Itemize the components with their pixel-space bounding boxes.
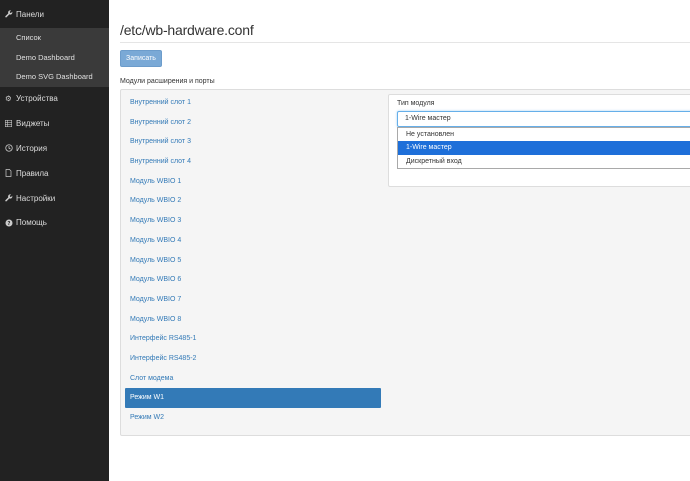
module-item-rs485-1[interactable]: Интерфейс RS485-1 <box>125 329 381 349</box>
module-item-modem-slot[interactable]: Слот модема <box>125 369 381 389</box>
module-item-internal-slot-1[interactable]: Внутренний слот 1 <box>125 93 381 113</box>
wrench-icon <box>4 194 13 202</box>
dropdown-option-not-installed[interactable]: Не установлен <box>398 128 690 141</box>
sidebar-item-label: Панели <box>16 9 44 19</box>
module-type-select[interactable]: 1-Wire мастер <box>397 111 690 127</box>
sidebar-item-panels[interactable]: Панели <box>0 0 109 28</box>
module-item-internal-slot-2[interactable]: Внутренний слот 2 <box>125 113 381 133</box>
module-item-internal-slot-3[interactable]: Внутренний слот 3 <box>125 132 381 152</box>
sidebar-item-label: Помощь <box>16 218 47 228</box>
sidebar-item-label: Настройки <box>16 193 56 203</box>
question-icon: ? <box>4 219 13 227</box>
sidebar-item-label: История <box>16 143 48 153</box>
sidebar-item-rules[interactable]: Правила <box>0 161 109 186</box>
sidebar-item-settings[interactable]: Настройки <box>0 186 109 211</box>
dropdown-option-discrete-input[interactable]: Дискретный вход <box>398 155 690 168</box>
wrench-icon <box>4 10 13 18</box>
subnav-item-demo-dashboard[interactable]: Demo Dashboard <box>0 48 109 68</box>
module-type-label: Тип модуля <box>397 100 435 107</box>
module-type-dropdown: Не установлен 1-Wire мастер Дискретный в… <box>397 127 690 169</box>
gear-icon: ⚙ <box>5 94 12 104</box>
grid-icon <box>4 120 13 128</box>
panels-subnav: Список Demo Dashboard Demo SVG Dashboard <box>0 28 109 87</box>
module-item-w1-mode[interactable]: Режим W1 <box>125 388 381 408</box>
module-item-wbio-2[interactable]: Модуль WBIO 2 <box>125 191 381 211</box>
svg-text:?: ? <box>7 221 10 227</box>
subnav-item-demo-svg-dashboard[interactable]: Demo SVG Dashboard <box>0 67 109 87</box>
module-item-wbio-6[interactable]: Модуль WBIO 6 <box>125 270 381 290</box>
page-title: /etc/wb-hardware.conf <box>120 22 254 38</box>
sidebar-item-label: Устройства <box>16 94 58 104</box>
module-list: Внутренний слот 1 Внутренний слот 2 Внут… <box>125 93 381 428</box>
sidebar-item-label: Правила <box>16 168 49 178</box>
title-divider <box>120 42 690 43</box>
section-label: Модули расширения и порты <box>120 78 215 85</box>
subnav-item-list[interactable]: Список <box>0 28 109 48</box>
module-item-wbio-4[interactable]: Модуль WBIO 4 <box>125 231 381 251</box>
module-item-wbio-7[interactable]: Модуль WBIO 7 <box>125 290 381 310</box>
clock-icon <box>4 144 13 153</box>
module-item-wbio-8[interactable]: Модуль WBIO 8 <box>125 310 381 330</box>
module-item-rs485-2[interactable]: Интерфейс RS485-2 <box>125 349 381 369</box>
module-item-internal-slot-4[interactable]: Внутренний слот 4 <box>125 152 381 172</box>
sidebar-item-help[interactable]: ? Помощь <box>0 210 109 235</box>
sidebar-item-history[interactable]: История <box>0 136 109 161</box>
dropdown-option-1wire-master[interactable]: 1-Wire мастер <box>398 141 690 155</box>
sidebar-item-label: Виджеты <box>16 119 50 129</box>
document-icon <box>4 169 13 178</box>
sidebar: Панели Список Demo Dashboard Demo SVG Da… <box>0 0 109 481</box>
module-item-wbio-3[interactable]: Модуль WBIO 3 <box>125 211 381 231</box>
save-button[interactable]: Записать <box>120 50 162 67</box>
sidebar-item-devices[interactable]: ⚙ Устройства <box>0 87 109 112</box>
module-item-wbio-5[interactable]: Модуль WBIO 5 <box>125 251 381 271</box>
module-item-wbio-1[interactable]: Модуль WBIO 1 <box>125 172 381 192</box>
module-item-w2-mode[interactable]: Режим W2 <box>125 408 381 428</box>
sidebar-item-widgets[interactable]: Виджеты <box>0 111 109 136</box>
